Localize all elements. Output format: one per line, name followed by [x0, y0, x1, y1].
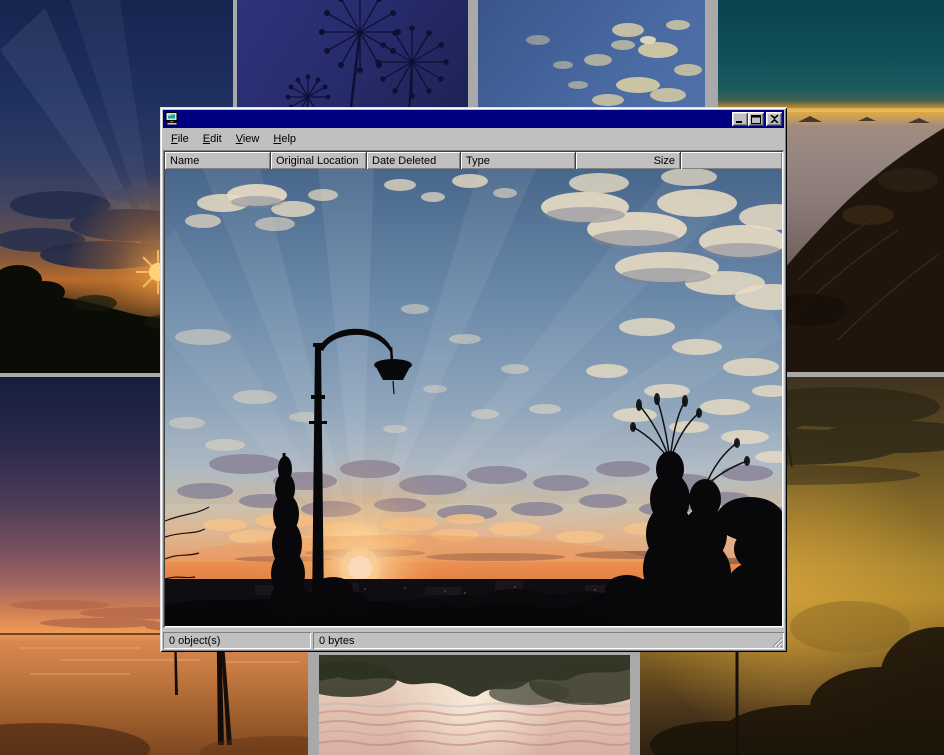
column-header-name[interactable]: Name — [165, 152, 271, 169]
file-list-view[interactable] — [165, 169, 782, 626]
status-size: 0 bytes — [313, 632, 784, 649]
minimize-icon — [735, 115, 745, 124]
close-button[interactable] — [766, 112, 782, 126]
computer-icon — [165, 112, 179, 126]
recycle-bin-window: File Edit View Help Name Original Locati… — [160, 107, 787, 652]
maximize-icon — [751, 115, 761, 124]
status-bar: 0 object(s) 0 bytes — [163, 629, 784, 649]
minimize-button[interactable] — [732, 112, 748, 126]
desktop: File Edit View Help Name Original Locati… — [0, 0, 944, 755]
menu-item-help[interactable]: Help — [266, 132, 303, 146]
resize-grip-icon[interactable] — [770, 635, 783, 648]
menu-item-edit[interactable]: Edit — [196, 132, 229, 146]
close-icon — [770, 115, 779, 123]
column-header-type[interactable]: Type — [461, 152, 576, 169]
status-object-count: 0 object(s) — [163, 632, 311, 649]
menubar: File Edit View Help — [164, 130, 783, 148]
column-header-date-deleted[interactable]: Date Deleted — [367, 152, 461, 169]
maximize-button[interactable] — [748, 112, 764, 126]
column-header-blank[interactable] — [681, 152, 782, 169]
menu-item-file[interactable]: File — [164, 132, 196, 146]
wallpaper-photo-water-reflection — [319, 655, 630, 755]
status-size-label: 0 bytes — [319, 635, 354, 647]
column-header-original-location[interactable]: Original Location — [271, 152, 367, 169]
column-headers: Name Original Location Date Deleted Type… — [165, 152, 782, 169]
titlebar[interactable] — [163, 110, 784, 128]
menu-item-view[interactable]: View — [229, 132, 267, 146]
column-header-size[interactable]: Size — [576, 152, 681, 169]
sunset-lamp-photo — [165, 169, 782, 626]
list-client-area: Name Original Location Date Deleted Type… — [163, 150, 784, 628]
